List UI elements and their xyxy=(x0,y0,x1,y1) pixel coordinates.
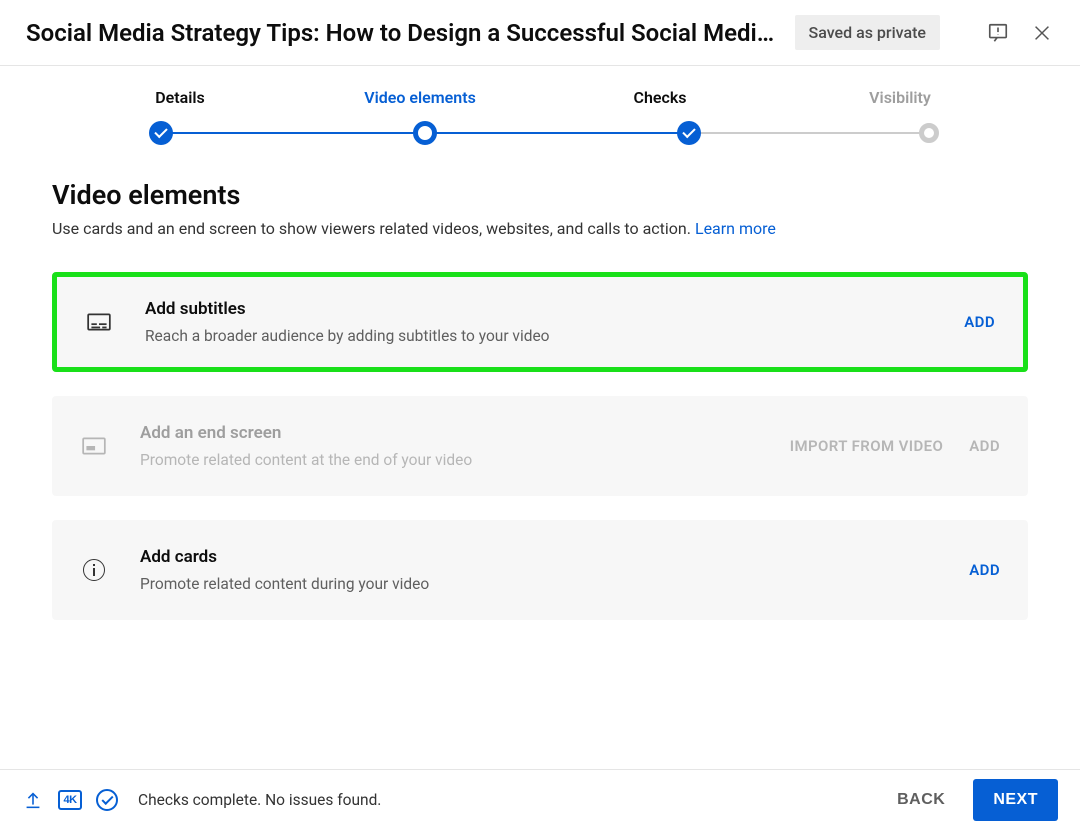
content-area: Video elements Use cards and an end scre… xyxy=(0,145,1080,620)
stepper: Details Video elements Checks Visibility xyxy=(0,66,1080,145)
card-desc: Promote related content at the end of yo… xyxy=(140,451,790,469)
step-node-checks xyxy=(677,121,701,145)
card-title: Add subtitles xyxy=(145,299,964,319)
dialog-header: Social Media Strategy Tips: How to Desig… xyxy=(0,0,1080,66)
learn-more-link[interactable]: Learn more xyxy=(695,219,776,238)
footer-status: Checks complete. No issues found. xyxy=(138,791,381,809)
resolution-badge[interactable]: 4K xyxy=(58,790,82,810)
saved-status-chip: Saved as private xyxy=(795,15,941,50)
step-node-visibility xyxy=(919,123,939,143)
add-end-screen-button[interactable]: ADD xyxy=(969,437,1000,455)
close-icon[interactable] xyxy=(1030,21,1054,45)
card-add-subtitles: Add subtitles Reach a broader audience b… xyxy=(52,272,1028,372)
checks-complete-icon[interactable] xyxy=(96,789,118,811)
step-details[interactable]: Details xyxy=(60,88,300,121)
step-video-elements[interactable]: Video elements xyxy=(300,88,540,121)
step-visibility[interactable]: Visibility xyxy=(780,88,1020,121)
add-cards-button[interactable]: ADD xyxy=(969,561,1000,579)
section-subtitle: Use cards and an end screen to show view… xyxy=(52,219,1028,238)
back-button[interactable]: BACK xyxy=(883,781,959,819)
card-add-end-screen: Add an end screen Promote related conten… xyxy=(52,396,1028,496)
info-icon xyxy=(74,559,114,581)
card-title: Add an end screen xyxy=(140,423,790,443)
step-checks[interactable]: Checks xyxy=(540,88,780,121)
step-node-video-elements xyxy=(413,121,437,145)
card-title: Add cards xyxy=(140,547,969,567)
import-from-video-button[interactable]: IMPORT FROM VIDEO xyxy=(790,437,943,455)
card-desc: Reach a broader audience by adding subti… xyxy=(145,327,964,345)
card-desc: Promote related content during your vide… xyxy=(140,575,969,593)
upload-icon[interactable] xyxy=(22,789,44,811)
section-title: Video elements xyxy=(52,179,1028,211)
step-node-details xyxy=(149,121,173,145)
end-screen-icon xyxy=(74,433,114,459)
add-subtitles-button[interactable]: ADD xyxy=(964,313,995,331)
card-add-cards: Add cards Promote related content during… xyxy=(52,520,1028,620)
next-button[interactable]: NEXT xyxy=(973,779,1058,821)
footer: 4K Checks complete. No issues found. BAC… xyxy=(0,769,1080,829)
feedback-icon[interactable] xyxy=(986,21,1010,45)
page-title: Social Media Strategy Tips: How to Desig… xyxy=(26,19,786,47)
stepper-track xyxy=(60,121,1020,145)
subtitles-icon xyxy=(79,309,119,335)
section-subtitle-text: Use cards and an end screen to show view… xyxy=(52,219,695,238)
